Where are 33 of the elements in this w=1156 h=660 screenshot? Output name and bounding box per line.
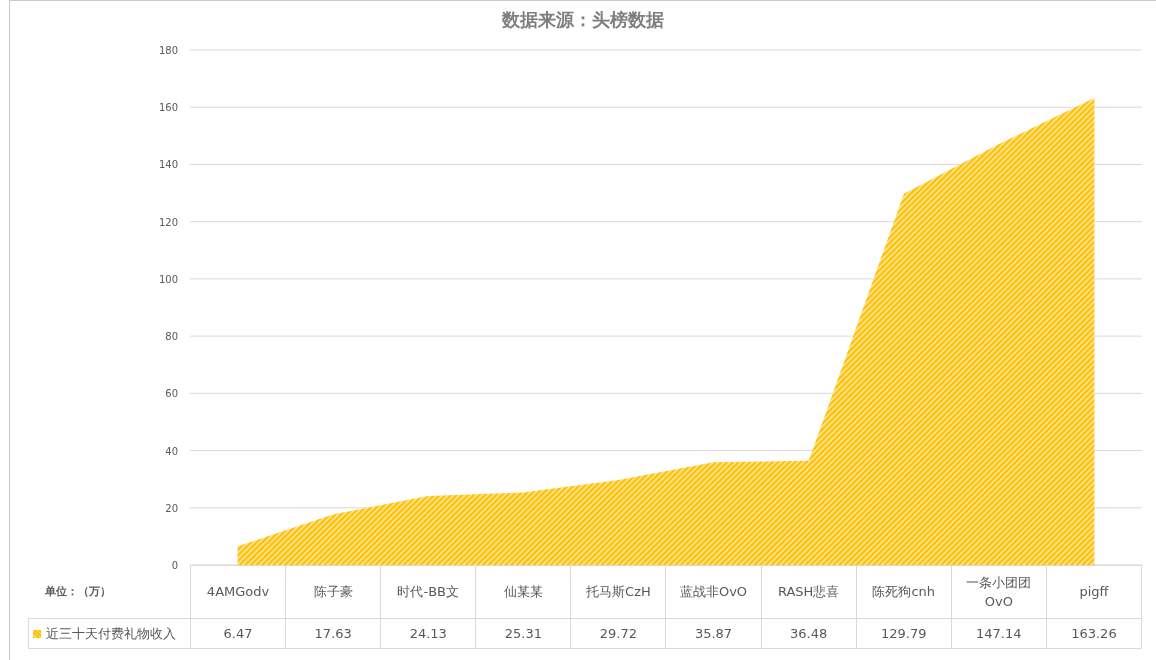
- category-cell: 4AMGodv: [190, 565, 286, 619]
- chart-title: 数据来源：头榜数据: [501, 8, 665, 32]
- y-tick-label: 120: [158, 216, 178, 228]
- y-tick-label: 20: [165, 502, 178, 514]
- y-tick-label: 40: [165, 445, 178, 457]
- y-tick-label: 0: [171, 560, 178, 571]
- value-cell: 25.31: [475, 618, 571, 649]
- value-cell: 129.79: [856, 618, 952, 649]
- category-cell: RASH悲喜: [761, 565, 857, 619]
- value-cell: 17.63: [285, 618, 381, 649]
- y-tick-label: 60: [165, 388, 178, 400]
- unit-label: 单位：（万）: [44, 584, 111, 598]
- y-tick-label: 80: [165, 331, 178, 343]
- category-cell: 时代-BB文: [380, 565, 476, 619]
- series-name: 近三十天付费礼物收入: [46, 625, 176, 641]
- value-cell: 29.72: [570, 618, 666, 649]
- y-tick-label: 160: [158, 102, 178, 114]
- category-cell: 陈死狗cnh: [856, 565, 952, 619]
- value-cell: 36.48: [761, 618, 857, 649]
- y-tick-label: 140: [158, 159, 178, 171]
- category-cell: 蓝战非OvO: [665, 565, 762, 619]
- category-cell: pigff: [1046, 565, 1142, 619]
- value-cell: 24.13: [380, 618, 476, 649]
- value-cell: 35.87: [665, 618, 762, 649]
- value-cell: 6.47: [190, 618, 286, 649]
- category-cell: 托马斯CzH: [570, 565, 666, 619]
- value-cell: 147.14: [951, 618, 1047, 649]
- category-cell: 仙某某: [475, 565, 571, 619]
- category-cell: 陈子豪: [285, 565, 381, 619]
- category-cell: 一条小团团OvO: [951, 565, 1047, 619]
- y-tick-label: 180: [158, 45, 178, 56]
- y-tick-label: 100: [158, 273, 178, 285]
- value-cell: 163.26: [1046, 618, 1142, 649]
